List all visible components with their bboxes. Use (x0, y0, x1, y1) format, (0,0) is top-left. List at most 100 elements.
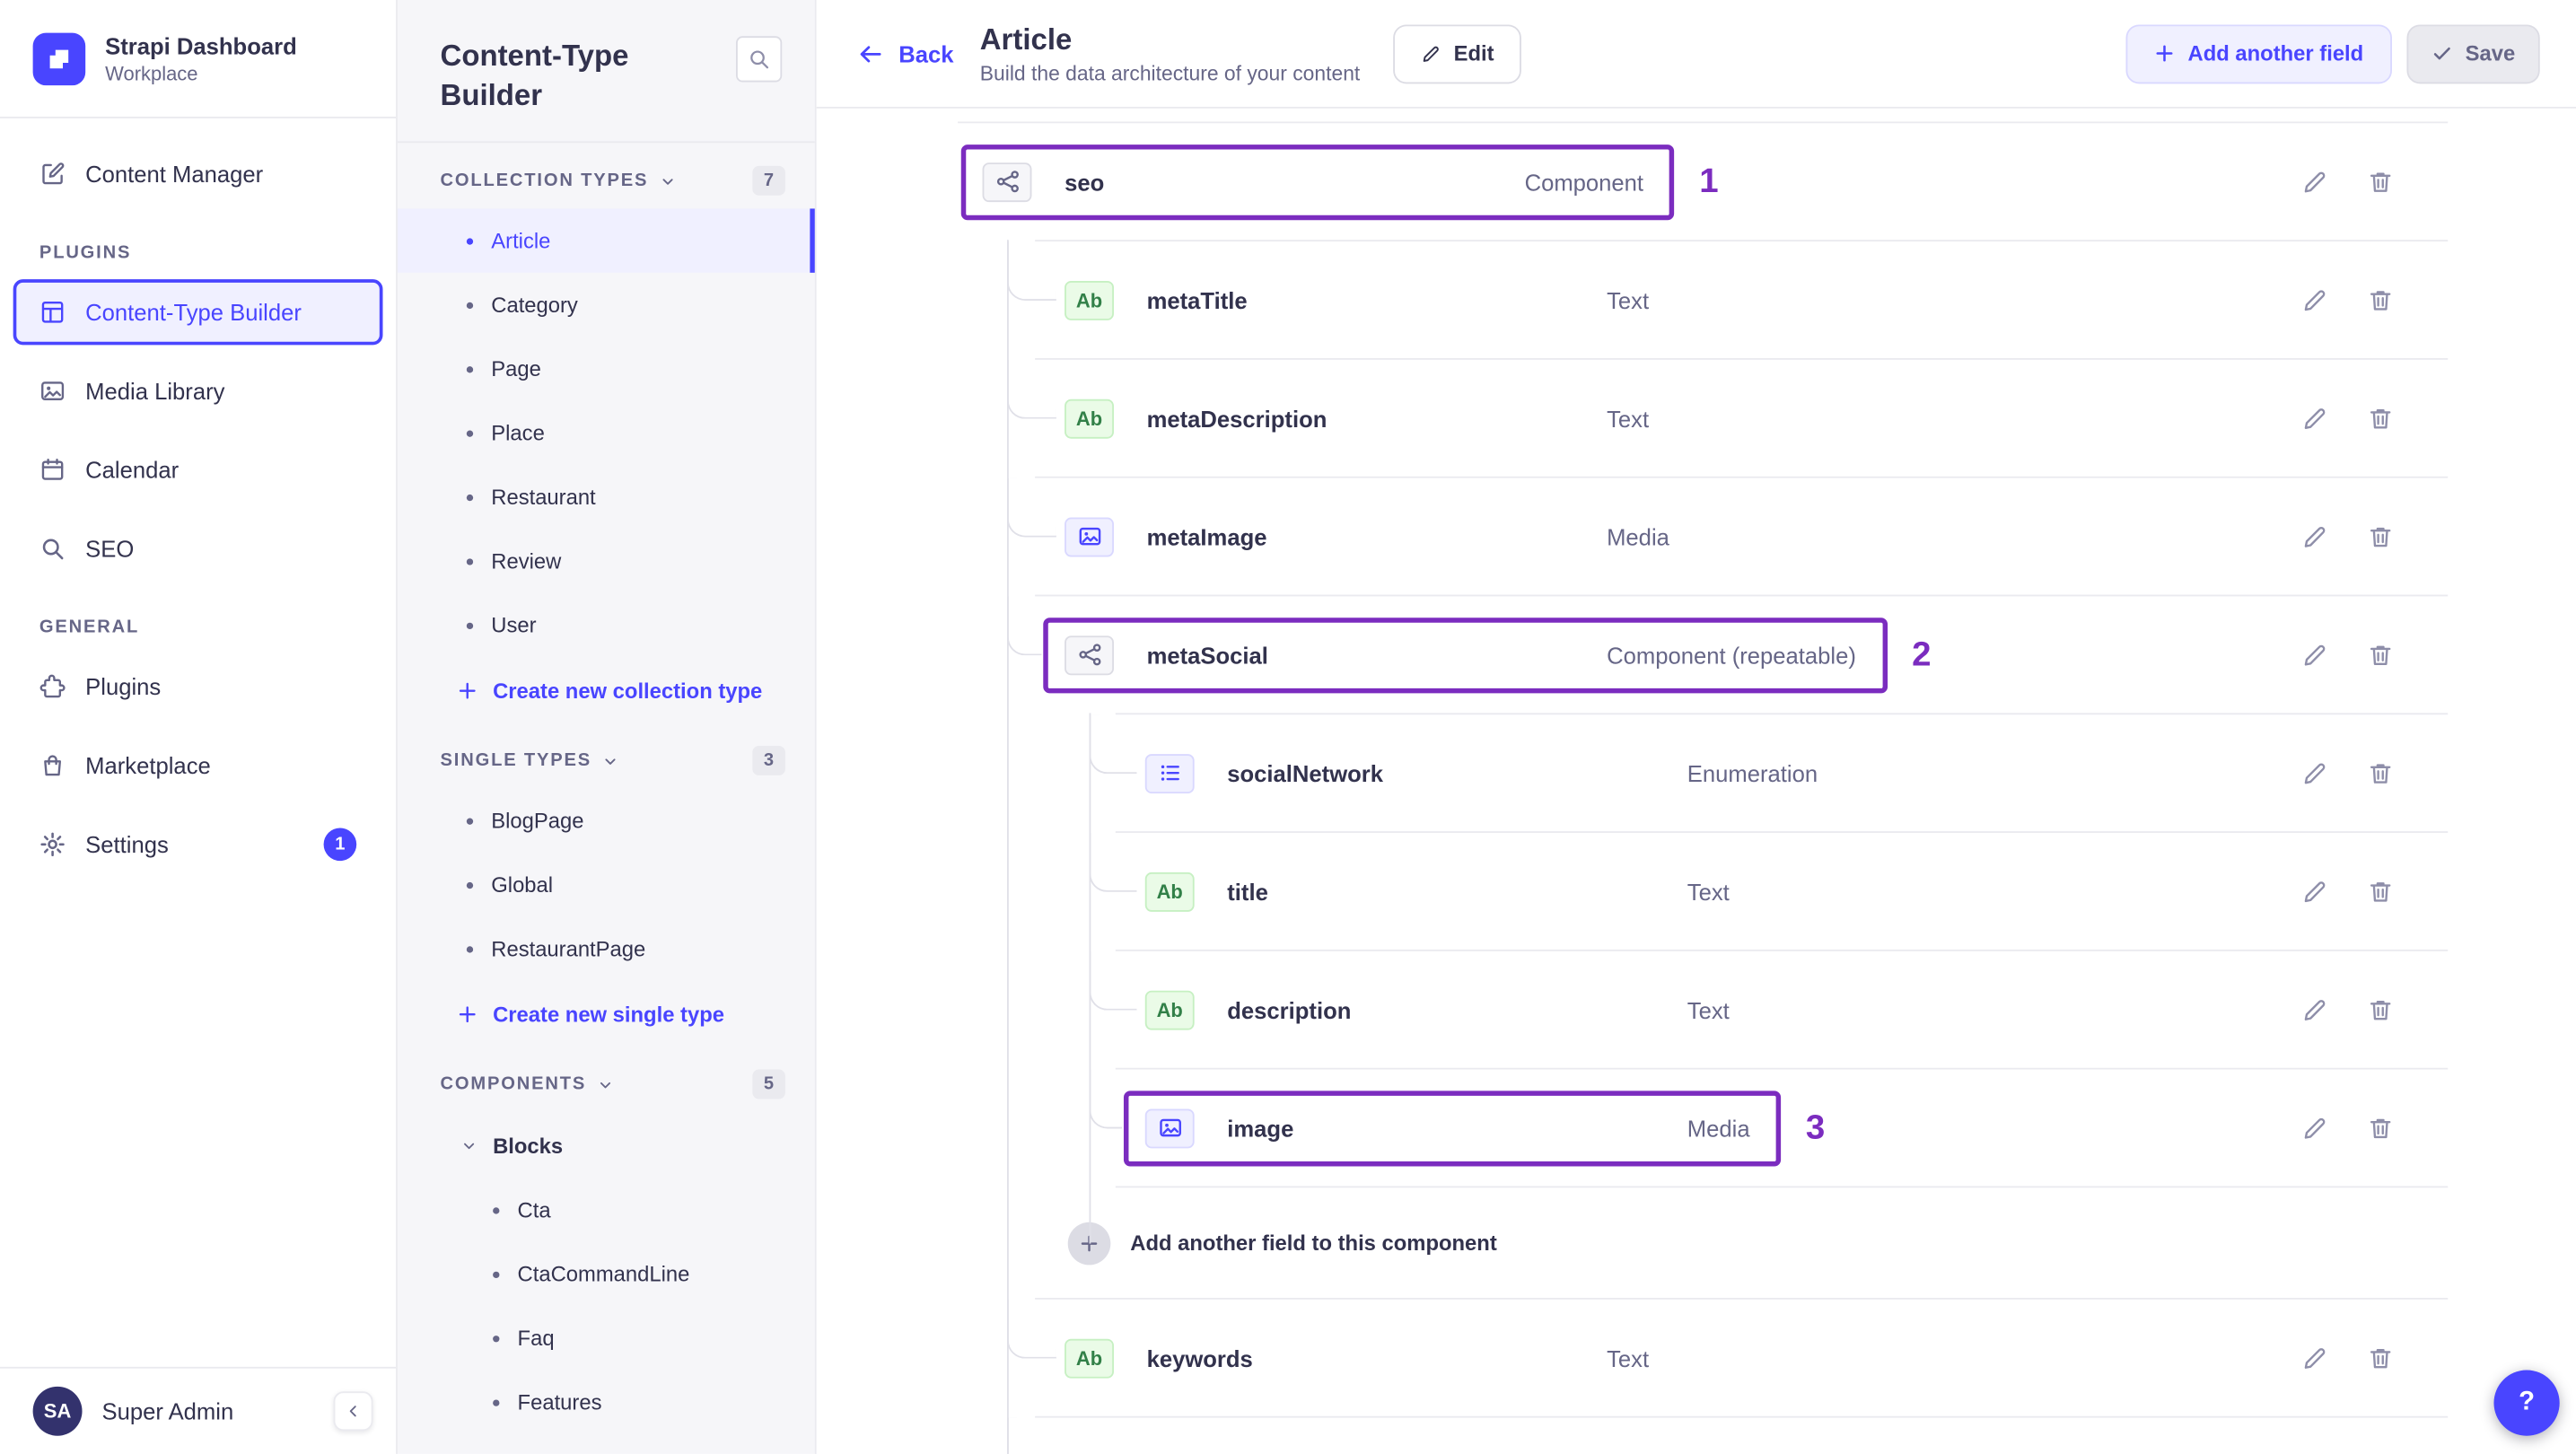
annotation-highlight-box: metaSocial Component (repeatable) (1043, 617, 1888, 693)
collection-type-restaurant[interactable]: Restaurant (398, 465, 815, 529)
sidebar-item-marketplace[interactable]: Marketplace (13, 732, 383, 798)
media-field-icon (1144, 1108, 1195, 1148)
delete-field-button[interactable] (2368, 1115, 2394, 1141)
subnav-search-button[interactable] (735, 36, 783, 83)
delete-field-button[interactable] (2368, 642, 2394, 668)
component-field-icon (1065, 635, 1114, 675)
sidebar-item-content-type-builder[interactable]: Content-Type Builder (13, 279, 383, 346)
bullet-icon (493, 1206, 500, 1213)
bullet-icon (466, 301, 474, 309)
single-type-restaurantpage[interactable]: RestaurantPage (398, 916, 815, 980)
delete-field-button[interactable] (2368, 996, 2394, 1022)
list-item-label: Cta (517, 1197, 551, 1222)
edit-field-button[interactable] (2301, 996, 2327, 1022)
field-name: title (1227, 878, 1268, 905)
tree-branch (1089, 832, 1137, 891)
delete-field-button[interactable] (2368, 169, 2394, 195)
tree-branch (1089, 1069, 1123, 1128)
field-type: Media (1687, 1114, 1750, 1142)
edit-field-button[interactable] (2301, 169, 2327, 195)
delete-field-button[interactable] (2368, 1345, 2394, 1371)
edit-field-button[interactable] (2301, 760, 2327, 786)
delete-field-button[interactable] (2368, 878, 2394, 904)
field-row-description: Ab description Text (958, 951, 2448, 1068)
collection-type-list: Article Category Page Place Restaurant Review… (397, 208, 815, 657)
edit-field-button[interactable] (2301, 286, 2327, 312)
bullet-icon (466, 237, 474, 244)
edit-field-button[interactable] (2301, 523, 2327, 549)
row-actions (2301, 642, 2394, 668)
collection-type-user[interactable]: User (398, 593, 815, 657)
sidebar-item-settings[interactable]: Settings 1 (13, 811, 383, 877)
text-field-icon: Ab (1065, 280, 1114, 320)
sidebar-item-seo[interactable]: SEO (13, 516, 383, 582)
delete-field-button[interactable] (2368, 286, 2394, 312)
component-features[interactable]: Features (398, 1371, 815, 1434)
bullet-icon (466, 429, 474, 436)
field-row-image: image Media 3 (958, 1070, 2448, 1187)
add-another-field-button[interactable]: Add another field (2125, 23, 2392, 83)
help-button[interactable]: ? (2493, 1370, 2560, 1436)
collection-type-article[interactable]: Article (397, 208, 815, 273)
list-item-label: Place (491, 420, 545, 446)
single-type-blogpage[interactable]: BlogPage (398, 789, 815, 853)
row-actions (2301, 405, 2394, 431)
field-name: description (1227, 996, 1352, 1023)
tree-branch (1007, 241, 1056, 301)
delete-field-button[interactable] (2368, 523, 2394, 549)
edit-field-button[interactable] (2301, 1115, 2327, 1141)
text-field-icon: Ab (1065, 1337, 1114, 1378)
subnav-title: Content-Type Builder (440, 39, 629, 112)
add-field-to-component-row[interactable]: Add another field to this component (958, 1187, 2448, 1298)
collapse-sidebar-button[interactable] (333, 1391, 373, 1432)
add-field-label: Add another field (2187, 40, 2364, 66)
row-actions (2301, 523, 2394, 549)
sidebar-item-plugins[interactable]: Plugins (13, 653, 383, 719)
single-types-header[interactable]: SINGLE TYPES 3 (398, 723, 815, 788)
list-item-label: Restaurant (491, 484, 596, 510)
sidebar-item-calendar[interactable]: Calendar (13, 437, 383, 503)
fields-panel: seo Component 1 Ab metaTitle Text Ab metaDescri… (817, 109, 2576, 1454)
chevron-left-icon (349, 1406, 356, 1417)
collection-type-page[interactable]: Page (398, 337, 815, 400)
create-collection-type-button[interactable]: Create new collection type (398, 657, 815, 723)
components-header[interactable]: COMPONENTS 5 (398, 1047, 815, 1112)
single-type-list: BlogPage Global RestaurantPage (398, 789, 815, 981)
collection-type-review[interactable]: Review (398, 529, 815, 592)
annotation-highlight-box: image Media (1123, 1090, 1782, 1166)
scrolled-row-divider (958, 109, 2449, 124)
row-actions (2301, 169, 2394, 195)
create-single-type-button[interactable]: Create new single type (398, 981, 815, 1047)
back-button[interactable]: Back (857, 40, 953, 66)
section-label: COLLECTION TYPES (440, 171, 649, 191)
field-name: metaSocial (1146, 641, 1268, 669)
edit-button[interactable]: Edit (1392, 23, 1522, 83)
sidebar-item-content-manager[interactable]: Content Manager (13, 141, 383, 206)
component-category-blocks[interactable]: Blocks (398, 1112, 815, 1178)
collection-type-category[interactable]: Category (398, 273, 815, 337)
save-button[interactable]: Save (2405, 23, 2540, 83)
tree-branch (1089, 714, 1137, 774)
edit-field-button[interactable] (2301, 405, 2327, 431)
chevron-down-icon (662, 178, 672, 184)
edit-field-button[interactable] (2301, 878, 2327, 904)
edit-field-button[interactable] (2301, 1345, 2327, 1371)
general-section-label: GENERAL (39, 618, 140, 638)
bullet-icon (466, 365, 474, 372)
component-faq[interactable]: Faq (398, 1306, 815, 1370)
page-title-block: Article Build the data architecture of y… (980, 22, 1361, 85)
annotation-number: 1 (1699, 162, 1719, 200)
list-item-label: Category (491, 292, 578, 318)
collection-type-place[interactable]: Place (398, 401, 815, 465)
delete-field-button[interactable] (2368, 760, 2394, 786)
single-type-global[interactable]: Global (398, 853, 815, 916)
component-ctacommandline[interactable]: CtaCommandLine (398, 1242, 815, 1306)
field-type: Text (1607, 286, 1650, 313)
edit-field-button[interactable] (2301, 642, 2327, 668)
strapi-logo (32, 31, 86, 85)
component-cta[interactable]: Cta (398, 1178, 815, 1241)
delete-field-button[interactable] (2368, 405, 2394, 431)
chevron-down-icon (600, 1082, 610, 1088)
collection-types-header[interactable]: COLLECTION TYPES 7 (398, 143, 815, 208)
sidebar-item-media-library[interactable]: Media Library (13, 358, 383, 424)
